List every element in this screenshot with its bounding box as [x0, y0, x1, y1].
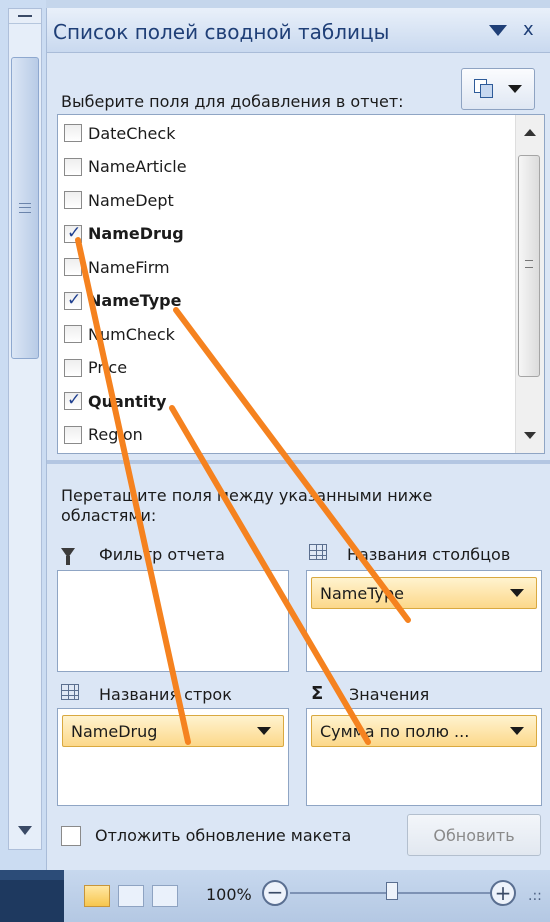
field-label: NumCheck: [88, 324, 175, 344]
unchecked-checkbox[interactable]: [64, 124, 82, 142]
chevron-down-icon[interactable]: [257, 727, 271, 735]
field-item[interactable]: DateCheck: [64, 117, 175, 149]
field-label: NameDept: [88, 190, 174, 210]
row-labels-title: Названия строк: [61, 684, 232, 704]
defer-update-label: Отложить обновление макета: [95, 826, 352, 845]
status-bar-left: [0, 870, 64, 922]
left-strip: [0, 0, 46, 870]
values-field-chip[interactable]: Сумма по полю ...: [311, 715, 537, 747]
page-break-view-button[interactable]: [152, 885, 178, 907]
field-label: Quantity: [88, 391, 167, 411]
zoom-in-icon[interactable]: +: [490, 880, 516, 906]
checked-checkbox[interactable]: [64, 223, 82, 243]
row-field-chip[interactable]: NameDrug: [62, 715, 284, 747]
defer-update-checkbox[interactable]: [61, 826, 81, 846]
field-item[interactable]: NameDept: [64, 184, 174, 216]
field-item[interactable]: NumCheck: [64, 318, 175, 350]
chevron-down-icon[interactable]: [510, 589, 524, 597]
column-labels-title: Названия столбцов: [309, 544, 510, 564]
field-list[interactable]: DateCheck NameArticle NameDept NameDrug Name…: [57, 114, 545, 454]
scrollbar-thumb[interactable]: [11, 57, 39, 359]
unchecked-checkbox[interactable]: [64, 425, 82, 444]
unchecked-checkbox[interactable]: [64, 358, 82, 377]
chip-label: NameDrug: [71, 721, 158, 741]
chip-label: Сумма по полю ...: [320, 721, 470, 741]
field-label: NameArticle: [88, 157, 187, 176]
field-label: Region: [88, 425, 143, 444]
chevron-down-icon: [508, 85, 522, 93]
scroll-up-arrow-icon[interactable]: [9, 9, 41, 24]
chip-label: NameType: [320, 583, 404, 603]
checked-checkbox[interactable]: [64, 390, 82, 410]
field-item[interactable]: NameType: [64, 285, 181, 317]
table-grid-icon: [61, 684, 79, 700]
close-icon[interactable]: x: [523, 19, 534, 40]
sigma-icon: Σ: [311, 683, 324, 704]
report-filter-label: Фильтр отчета: [99, 544, 225, 564]
scroll-down-arrow-icon[interactable]: [524, 432, 536, 439]
field-item[interactable]: Price: [64, 352, 127, 384]
vertical-scrollbar[interactable]: [8, 8, 42, 850]
field-item[interactable]: Quantity: [64, 385, 166, 417]
zoom-level[interactable]: 100%: [206, 885, 252, 904]
field-item[interactable]: NameDrug: [64, 218, 184, 250]
column-field-chip[interactable]: NameType: [311, 577, 537, 609]
unchecked-checkbox[interactable]: [64, 325, 82, 343]
field-label: NameType: [88, 291, 182, 310]
field-item[interactable]: NameArticle: [64, 151, 187, 183]
normal-view-button[interactable]: [84, 885, 110, 907]
pane-options-dropdown-icon[interactable]: [489, 25, 507, 36]
row-labels-area[interactable]: NameDrug: [57, 708, 289, 806]
values-title: Σ Значения: [311, 684, 429, 704]
column-labels-area[interactable]: NameType: [306, 570, 542, 672]
field-list-scrollbar[interactable]: [515, 115, 544, 453]
choose-fields-label: Выберите поля для добавления в отчет:: [61, 92, 404, 111]
field-label: NameDrug: [88, 224, 184, 243]
grip-icon: [19, 203, 31, 213]
unchecked-checkbox[interactable]: [64, 258, 82, 276]
report-filter-area[interactable]: [57, 570, 289, 672]
scrollbar-thumb[interactable]: [518, 155, 540, 377]
field-item[interactable]: NameFirm: [64, 251, 170, 283]
field-list-layout-icon: [474, 79, 493, 98]
status-bar: 100% − + .::: [0, 870, 550, 922]
column-labels-label: Названия столбцов: [347, 544, 511, 564]
table-grid-icon: [309, 544, 327, 560]
zoom-out-icon[interactable]: −: [262, 880, 288, 906]
zoom-slider-thumb[interactable]: [386, 882, 398, 900]
row-labels-label: Названия строк: [99, 684, 232, 704]
update-button[interactable]: Обновить: [407, 814, 541, 856]
page-layout-view-button[interactable]: [118, 885, 144, 907]
scroll-down-arrow-icon[interactable]: [18, 826, 32, 835]
values-area[interactable]: Сумма по полю ...: [306, 708, 542, 806]
pane-header: Список полей сводной таблицы x: [47, 8, 550, 53]
resize-grip-icon: .::: [528, 888, 542, 904]
scroll-up-arrow-icon[interactable]: [524, 129, 536, 136]
field-label: DateCheck: [88, 123, 176, 143]
filter-icon: [61, 548, 75, 565]
report-filter-title: Фильтр отчета: [61, 544, 225, 565]
values-label: Значения: [349, 684, 430, 704]
field-label: Price: [88, 358, 128, 377]
pane-title: Список полей сводной таблицы: [53, 20, 390, 44]
field-label: NameFirm: [88, 257, 170, 277]
drag-fields-label: Перетащите поля между указанными ниже об…: [61, 486, 433, 525]
field-list-layout-button[interactable]: [461, 68, 535, 110]
chevron-down-icon[interactable]: [510, 727, 524, 735]
unchecked-checkbox[interactable]: [64, 191, 82, 209]
unchecked-checkbox[interactable]: [64, 157, 82, 176]
field-item[interactable]: Region: [64, 419, 143, 451]
checked-checkbox[interactable]: [64, 290, 82, 310]
pivot-field-list-pane: Список полей сводной таблицы x Выберите …: [46, 8, 550, 870]
pane-splitter[interactable]: [47, 460, 550, 464]
